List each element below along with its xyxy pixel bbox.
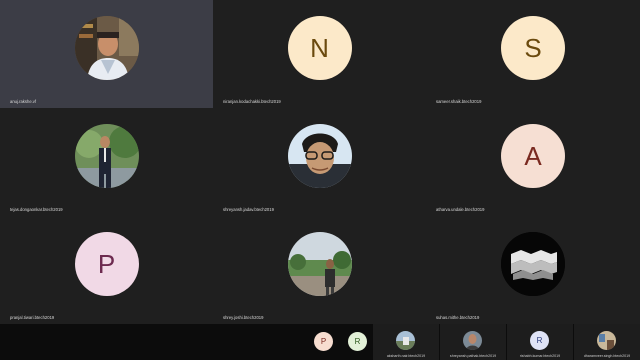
- participant-tile[interactable]: suhas.mithe.btech2019: [426, 216, 640, 324]
- man-glasses-portrait-photo: [287, 124, 352, 188]
- avatar-initial: P: [97, 249, 116, 279]
- participant-avatar: P: [74, 232, 139, 296]
- participant-grid: anuj.rakshe.vf N niranjan.kodachakki.bte…: [0, 0, 640, 324]
- participant-name: pranjal.tiwari.btech2019: [10, 315, 55, 320]
- participant-tile[interactable]: shrey.joshi.btech2019: [213, 216, 426, 324]
- participant-tile[interactable]: N niranjan.kodachakki.btech2019: [213, 0, 426, 108]
- strip-participant-tile[interactable]: aksharth.nair.btech2019: [373, 324, 439, 360]
- man-portrait-photo: [463, 331, 482, 350]
- avatar-initial: P: [320, 337, 327, 346]
- participant-video: [74, 16, 139, 80]
- participant-name: tejas.dongaonkar.btech2019: [10, 207, 63, 212]
- participant-name: shreyansh.jadav.btech2019: [223, 207, 274, 212]
- participant-avatar: [287, 232, 352, 296]
- avatar-initial: N: [310, 33, 329, 63]
- self-avatar[interactable]: R: [348, 332, 367, 351]
- man-standing-trees-photo: [74, 124, 139, 188]
- participant-avatar: [501, 232, 565, 296]
- outdoor-building-photo: [396, 331, 415, 350]
- participant-name: shreyansh.pathak.btech2019: [449, 354, 497, 358]
- participant-tile[interactable]: shreyansh.jadav.btech2019: [213, 108, 426, 216]
- participant-name: suhas.mithe.btech2019: [436, 315, 480, 320]
- participant-avatar: [396, 331, 415, 350]
- participant-tile[interactable]: anuj.rakshe.vf: [0, 0, 213, 108]
- participant-name: aksharth.nair.btech2019: [386, 354, 426, 358]
- avatar-initial: R: [536, 336, 543, 345]
- participant-tile[interactable]: A atharva.undale.btech2019: [426, 108, 640, 216]
- participant-avatar: [74, 124, 139, 188]
- participant-name: niranjan.kodachakki.btech2019: [223, 99, 281, 104]
- participant-avatar: A: [501, 124, 565, 188]
- participant-avatar: R: [530, 331, 549, 350]
- participant-name: sameer.shaik.btech2019: [436, 99, 482, 104]
- avatar-initial: A: [524, 141, 542, 171]
- participant-name: anuj.rakshe.vf: [10, 99, 37, 104]
- participant-name: atharva.undale.btech2019: [436, 207, 485, 212]
- participant-avatar: N: [287, 16, 352, 80]
- participant-avatar: [287, 124, 352, 188]
- participant-name: rishabh.kumar.btech2019: [519, 354, 561, 358]
- indoor-scene-photo: [597, 331, 616, 350]
- self-avatar[interactable]: P: [314, 332, 333, 351]
- strip-participant-tile[interactable]: dharamveer.singh.btech2019: [574, 324, 640, 360]
- strip-participant-tile[interactable]: R rishabh.kumar.btech2019: [507, 324, 573, 360]
- participant-name: shrey.joshi.btech2019: [223, 315, 264, 320]
- participant-avatar: S: [501, 16, 565, 80]
- participant-name: dharamveer.singh.btech2019: [583, 354, 631, 358]
- avatar-initial: S: [524, 33, 542, 63]
- participant-tile[interactable]: S sameer.shaik.btech2019: [426, 0, 640, 108]
- man-suit-office-photo: [74, 16, 139, 80]
- participant-tile[interactable]: P pranjal.tiwari.btech2019: [0, 216, 213, 324]
- man-outdoor-landscape-photo: [287, 232, 352, 296]
- participant-tile[interactable]: tejas.dongaonkar.btech2019: [0, 108, 213, 216]
- avatar-initial: R: [354, 337, 361, 346]
- participant-avatar: [597, 331, 616, 350]
- participant-avatar: [463, 331, 482, 350]
- white-pattern-dark-photo: [501, 232, 565, 296]
- strip-participant-tile[interactable]: shreyansh.pathak.btech2019: [440, 324, 506, 360]
